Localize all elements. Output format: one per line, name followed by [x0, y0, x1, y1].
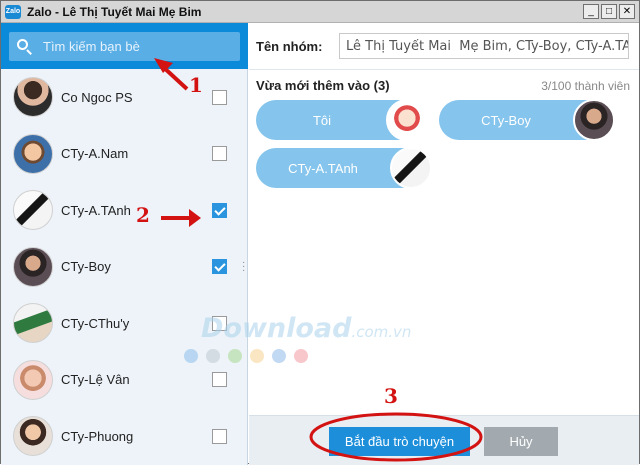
avatar: [573, 99, 615, 141]
avatar: [13, 359, 53, 400]
avatar: [13, 190, 53, 231]
annotation-number-2: 2: [136, 203, 150, 227]
avatar: [386, 99, 428, 141]
search-bar: [1, 23, 248, 69]
avatar: [13, 77, 53, 118]
watermark-domain: .com.vn: [351, 323, 412, 341]
recently-added-label: Vừa mới thêm vào (3): [256, 78, 390, 93]
contact-list: Co Ngoc PS CTy-A.Nam CTy-A.TAnh CTy-Boy: [1, 69, 248, 465]
contact-checkbox[interactable]: [212, 372, 227, 388]
member-chip[interactable]: Tôi: [256, 99, 428, 141]
contact-name: CTy-CThu'y: [61, 315, 130, 331]
search-input[interactable]: [43, 39, 233, 54]
contact-name: CTy-A.Nam: [61, 146, 129, 162]
contact-item[interactable]: CTy-A.TAnh: [1, 182, 248, 239]
contact-name: CTy-Boy: [61, 259, 111, 275]
title-bar[interactable]: Zalo Zalo - Lê Thị Tuyết Mai Mẹ Bim _ □ …: [1, 1, 639, 23]
contact-name: CTy-Phuong: [61, 428, 134, 444]
window-controls: _ □ ✕: [583, 4, 635, 19]
watermark-text: Download: [201, 313, 352, 344]
contact-item[interactable]: CTy-Boy: [1, 239, 248, 296]
contact-panel: Co Ngoc PS CTy-A.Nam CTy-A.TAnh CTy-Boy: [1, 23, 248, 465]
contact-checkbox[interactable]: [212, 428, 227, 444]
contact-name: CTy-A.TAnh: [61, 202, 131, 218]
search-box[interactable]: [9, 32, 240, 61]
contact-checkbox[interactable]: [212, 146, 227, 162]
contact-checkbox[interactable]: [212, 89, 227, 105]
annotation-number-3: 3: [384, 384, 398, 408]
group-panel: Tên nhóm: Vừa mới thêm vào (3) 3/100 thà…: [249, 23, 639, 465]
avatar: [13, 303, 53, 344]
zalo-window: Zalo Zalo - Lê Thị Tuyết Mai Mẹ Bim _ □ …: [0, 0, 640, 465]
contact-item[interactable]: Co Ngoc PS: [1, 69, 248, 126]
splitter-handle[interactable]: · · ·: [242, 258, 245, 276]
search-icon: [15, 37, 35, 57]
avatar: [390, 147, 432, 189]
start-chat-button[interactable]: Bắt đầu trò chuyện: [329, 427, 470, 456]
member-count: 3/100 thành viên: [541, 79, 630, 93]
watermark: Download.com.vn: [201, 313, 411, 344]
member-chip-label: CTy-A.TAnh: [288, 160, 358, 176]
avatar: [13, 246, 53, 287]
group-name-row: Tên nhóm:: [249, 23, 639, 70]
avatar: [13, 133, 53, 174]
group-name-input[interactable]: [339, 33, 629, 59]
close-button[interactable]: ✕: [619, 4, 635, 19]
window-title: Zalo - Lê Thị Tuyết Mai Mẹ Bim: [27, 4, 202, 19]
group-name-label: Tên nhóm:: [256, 39, 323, 54]
member-chip-label: Tôi: [312, 112, 332, 128]
zalo-logo-icon: Zalo: [5, 4, 21, 19]
contact-checkbox[interactable]: [212, 259, 227, 275]
contact-item[interactable]: CTy-A.Nam: [1, 126, 248, 183]
member-chip-label: CTy-Boy: [481, 112, 531, 128]
minimize-button[interactable]: _: [583, 4, 599, 19]
watermark-dots: [184, 349, 308, 363]
contact-item[interactable]: CTy-Phuong: [1, 408, 248, 465]
maximize-button[interactable]: □: [601, 4, 617, 19]
dialog-footer: Bắt đầu trò chuyện Hủy: [249, 415, 639, 465]
annotation-number-1: 1: [189, 73, 203, 97]
member-chip[interactable]: CTy-Boy: [439, 99, 615, 141]
avatar: [13, 416, 53, 457]
contact-name: Co Ngoc PS: [61, 89, 133, 105]
contact-checkbox[interactable]: [212, 202, 227, 218]
member-chip[interactable]: CTy-A.TAnh: [256, 147, 432, 189]
contact-name: CTy-Lệ Vân: [61, 372, 130, 388]
cancel-button[interactable]: Hủy: [484, 427, 558, 456]
